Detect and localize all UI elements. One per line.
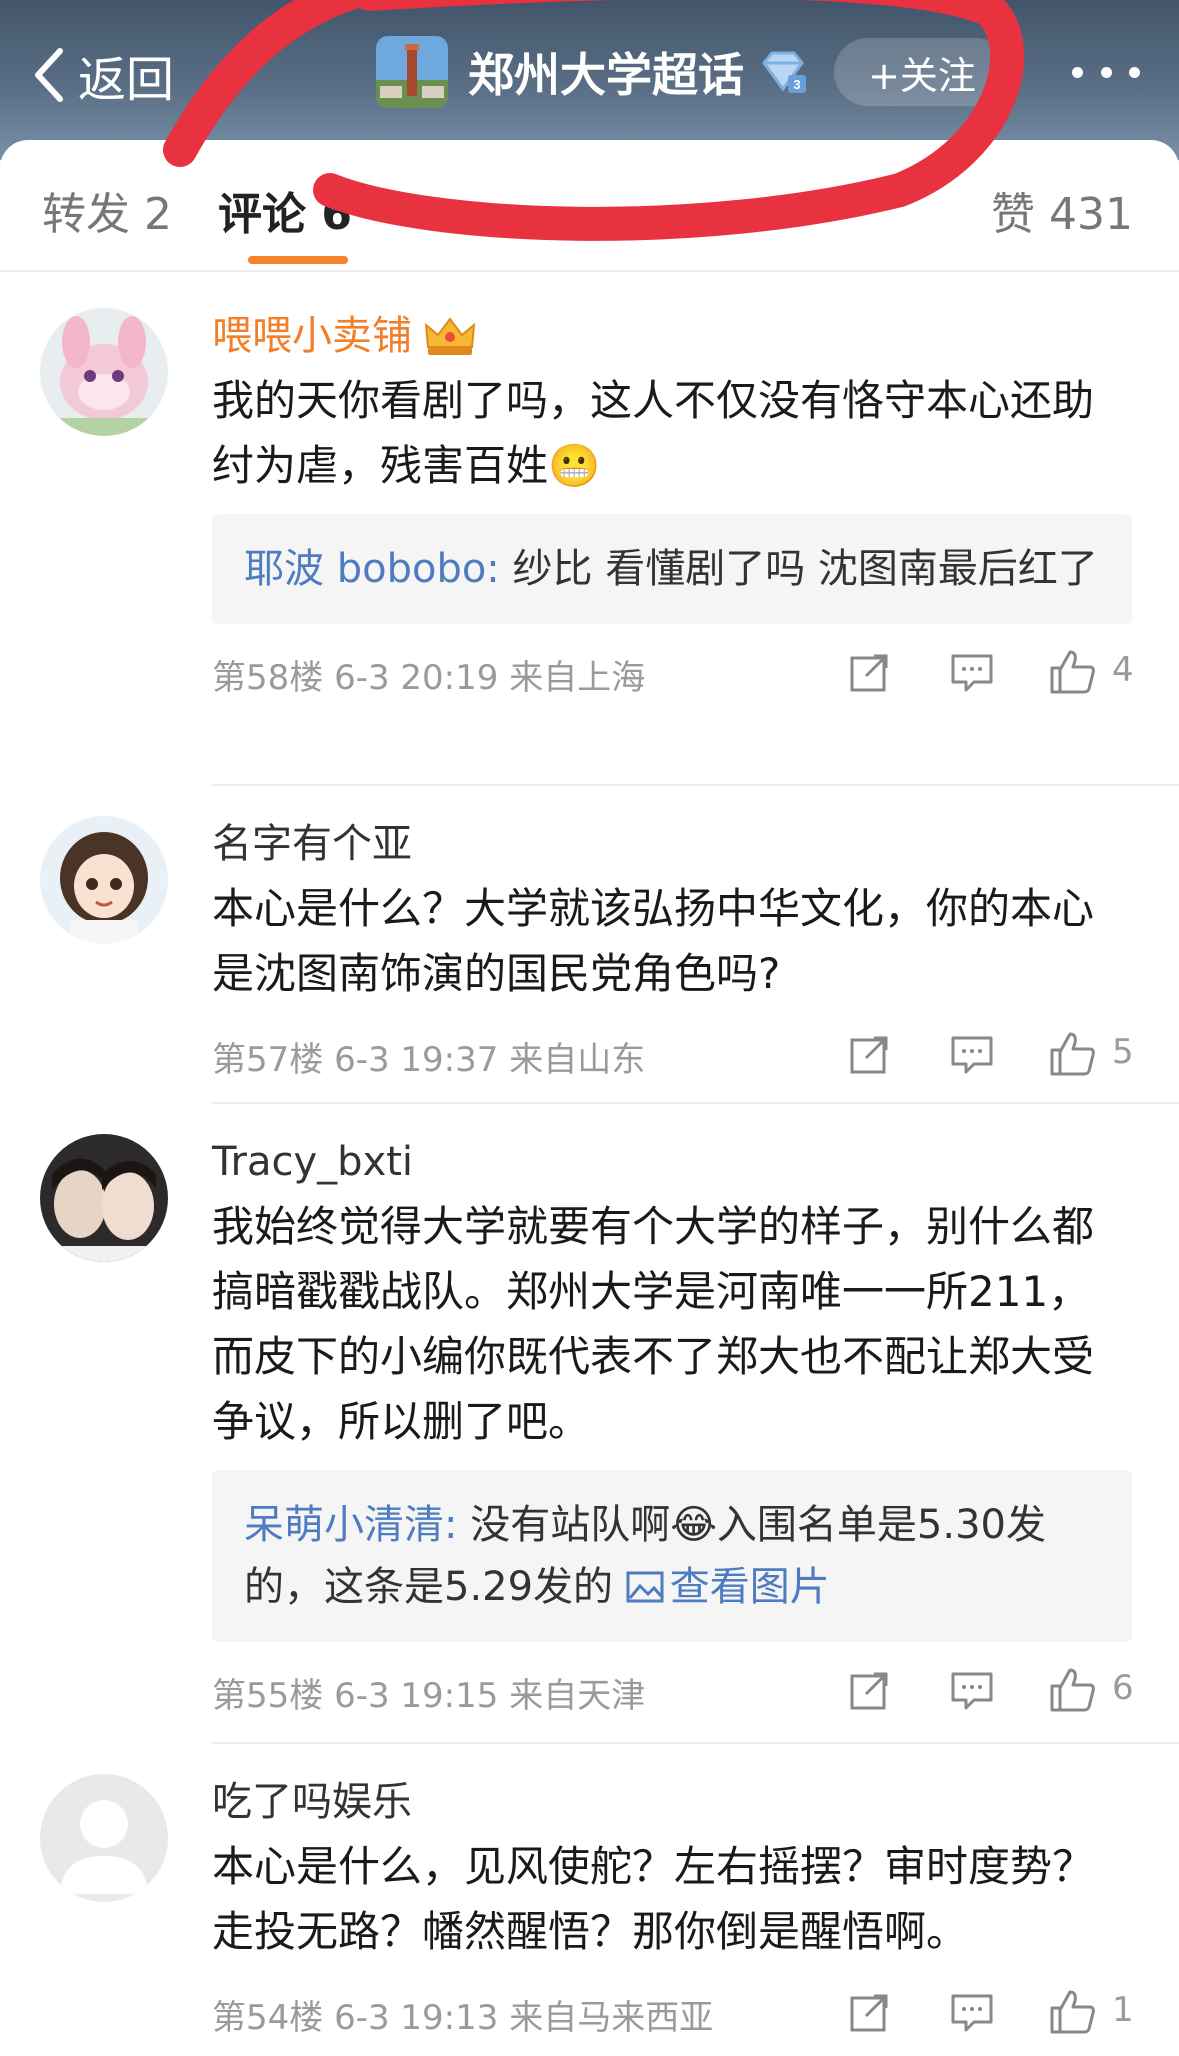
avatar[interactable] [40,816,168,944]
comment-username[interactable]: 喂喂小卖铺 [212,308,1132,364]
divider [212,1742,1179,1744]
like-count: 4 [1112,650,1134,690]
tab-bar: 转发 2 评论 6 赞 431 [0,140,1179,272]
active-tab-indicator [248,256,348,264]
comment-meta-text: 第58楼 6-3 20:19 来自上海 [212,658,646,698]
more-options-icon[interactable] [1066,44,1146,100]
like-icon[interactable] [1048,648,1096,696]
like-count: 6 [1112,1668,1134,1708]
comment-meta: 第55楼 6-3 19:15 来自天津 6 [212,1660,1134,1720]
comment-icon[interactable] [948,648,996,696]
like-count: 5 [1112,1032,1134,1072]
divider [212,784,1179,786]
comment-username[interactable]: 名字有个亚 [212,816,1132,872]
comment-meta-text: 第55楼 6-3 19:15 来自天津 [212,1676,646,1716]
tab-likes[interactable]: 赞 431 [991,178,1133,242]
comment-icon[interactable] [948,1988,996,2036]
comment-meta: 第54楼 6-3 19:13 来自马来西亚 1 [212,1982,1134,2042]
comment-icon[interactable] [948,1666,996,1714]
reply-preview[interactable]: 耶波 bobobo: 纱比 看懂剧了吗 沈图南最后红了 [212,514,1132,624]
reply-text: 纱比 看懂剧了吗 沈图南最后红了 [499,546,1098,592]
share-icon[interactable] [846,1030,894,1078]
image-icon [626,1571,664,1603]
reply-username[interactable]: 呆萌小清清: [244,1502,457,1548]
chevron-left-icon [35,48,63,102]
divider [212,1102,1179,1104]
comments-panel: 转发 2 评论 6 赞 431 喂喂小卖铺 我的天你看剧了吗，这人不仅没有恪守本… [0,140,1179,2056]
reply-username[interactable]: 耶波 bobobo: [244,546,500,592]
avatar[interactable] [40,1134,168,1262]
like-count: 1 [1112,1990,1134,2030]
view-image-link[interactable]: 查看图片 [626,1564,830,1610]
comment-text: 本心是什么，见风使舵？左右摇摆？审时度势？走投无路？幡然醒悟？那你倒是醒悟啊。 [212,1842,1095,1956]
comment-meta: 第57楼 6-3 19:37 来自山东 5 [212,1024,1134,1084]
supertopic-thumbnail [376,36,448,108]
supertopic-title[interactable]: 郑州大学超话 3 [376,36,808,108]
comment-text: 我的天你看剧了吗，这人不仅没有恪守本心还助纣为虐，残害百姓😬 [212,376,1095,490]
svg-text:3: 3 [793,77,800,92]
tab-repost[interactable]: 转发 2 [42,178,172,242]
avatar[interactable] [40,1774,168,1902]
reply-preview[interactable]: 呆萌小清清: 没有站队啊😂入围名单是5.30发的，这条是5.29发的 查看图片 [212,1470,1132,1642]
comment-meta: 第58楼 6-3 20:19 来自上海 4 [212,642,1134,702]
tab-comments[interactable]: 评论 6 [218,178,352,242]
crown-badge-icon [424,317,476,355]
diamond-badge-icon: 3 [762,51,806,93]
comment-icon[interactable] [948,1030,996,1078]
like-icon[interactable] [1048,1988,1096,2036]
follow-button[interactable]: +关注 [834,38,1010,106]
like-icon[interactable] [1048,1030,1096,1078]
page-title: 郑州大学超话 [468,48,744,102]
avatar[interactable] [40,308,168,436]
share-icon[interactable] [846,648,894,696]
comment-username[interactable]: Tracy_bxti [212,1134,1132,1190]
share-icon[interactable] [846,1666,894,1714]
comment-text: 本心是什么？大学就该弘扬中华文化，你的本心是沈图南饰演的国民党角色吗? [212,884,1095,998]
like-icon[interactable] [1048,1666,1096,1714]
back-button[interactable]: 返回 [30,40,174,110]
comment-username[interactable]: 吃了吗娱乐 [212,1774,1132,1830]
share-icon[interactable] [846,1988,894,2036]
back-label: 返回 [78,52,175,108]
comment-meta-text: 第57楼 6-3 19:37 来自山东 [212,1040,646,1080]
comment-meta-text: 第54楼 6-3 19:13 来自马来西亚 [212,1998,714,2038]
top-nav-bar: 返回 郑州大学超话 3 +关注 [0,0,1179,160]
comment-text: 我始终觉得大学就要有个大学的样子，别什么都搞暗戳戳战队。郑州大学是河南唯一一所2… [212,1202,1095,1446]
